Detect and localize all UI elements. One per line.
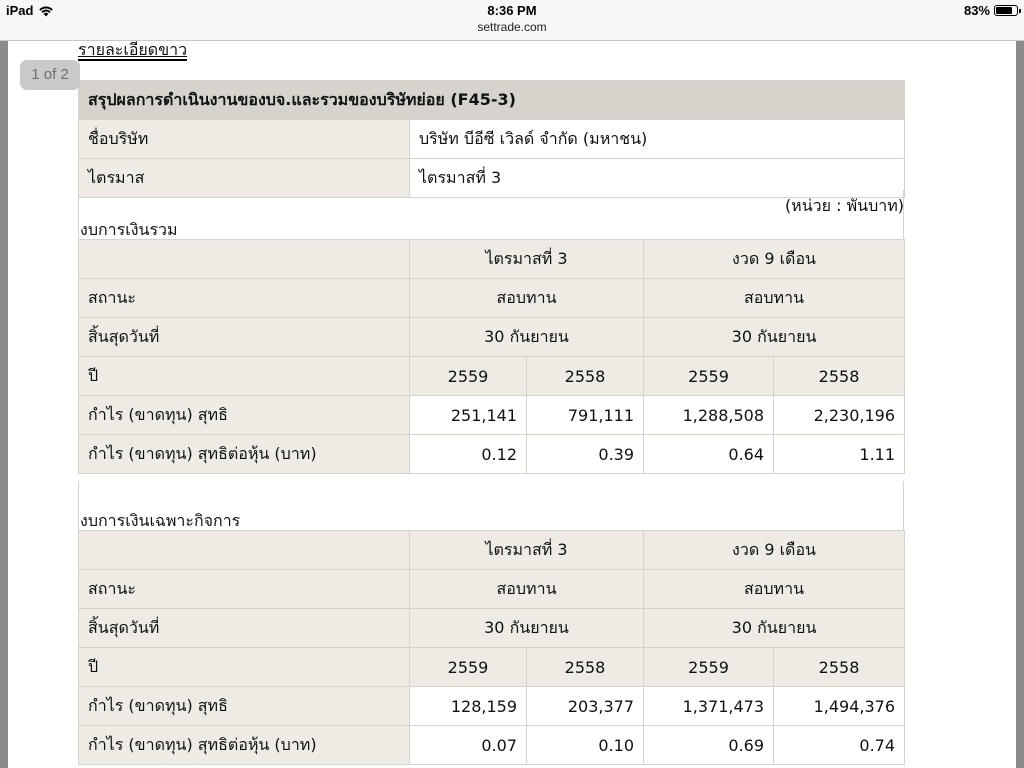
table-row: สิ้นสุดวันที่ 30 กันยายน 30 กันยายน [78,608,906,648]
col-header-9m: งวด 9 เดือน [643,530,906,570]
table-row: กำไร (ขาดทุน) สุทธิ 128,159 203,377 1,37… [78,686,906,726]
table-row: กำไร (ขาดทุน) สุทธิ 251,141 791,111 1,28… [78,395,906,435]
eps-cell: 0.64 [643,434,775,474]
eps-cell: 0.39 [525,434,645,474]
blank-header-cell [78,239,410,279]
year-cell: 2559 [643,356,775,396]
col-header-9m: งวด 9 เดือน [643,239,906,279]
eps-label: กำไร (ขาดทุน) สุทธิต่อหุ้น (บาท) [78,434,410,474]
eps-cell: 0.69 [643,725,775,765]
report-header-table: สรุปผลการดำเนินงานของบจ.และรวมของบริษัทย… [77,80,906,198]
year-cell: 2558 [773,356,906,396]
enddate-9m: 30 กันยายน [643,317,906,357]
net-profit-cell: 791,111 [525,395,645,435]
status-9m: สอบทาน [643,569,906,609]
status-q3: สอบทาน [408,278,645,318]
table-row: ไตรมาสที่ 3 งวด 9 เดือน [78,530,906,570]
year-label: ปี [78,356,410,396]
table-row: ปี 2559 2558 2559 2558 [78,647,906,687]
status-label: สถานะ [78,278,410,318]
col-header-q3: ไตรมาสที่ 3 [408,530,645,570]
blank-header-cell [78,530,410,570]
eps-cell: 0.10 [525,725,645,765]
consolidated-table: ไตรมาสที่ 3 งวด 9 เดือน สถานะ สอบทาน สอบ… [78,239,906,474]
clock: 8:36 PM [487,3,537,18]
battery-percent: 83% [963,3,990,18]
enddate-q3: 30 กันยายน [408,608,645,648]
news-detail-link[interactable]: รายละเอียดขาว [78,41,188,61]
separate-table: ไตรมาสที่ 3 งวด 9 เดือน สถานะ สอบทาน สอบ… [78,530,906,765]
eps-cell: 1.11 [773,434,906,474]
year-cell: 2559 [643,647,775,687]
year-cell: 2559 [409,647,527,687]
net-profit-cell: 251,141 [409,395,527,435]
address-url[interactable]: settrade.com [0,20,1024,34]
enddate-label: สิ้นสุดวันที่ [78,608,410,648]
eps-label: กำไร (ขาดทุน) สุทธิต่อหุ้น (บาท) [78,725,410,765]
unit-note: (หน่วย : พันบาท) [784,196,904,215]
company-row: ชื่อบริษัท บริษัท บีอีซี เวิลด์ จำกัด (ม… [78,119,906,159]
table-row: สถานะ สอบทาน สอบทาน [78,569,906,609]
enddate-9m: 30 กันยายน [643,608,906,648]
company-name: บริษัท บีอีซี เวิลด์ จำกัด (มหาชน) [408,119,906,159]
year-cell: 2558 [773,647,906,687]
status-9m: สอบทาน [643,278,906,318]
year-label: ปี [78,647,410,687]
eps-cell: 0.07 [409,725,527,765]
table-row: สิ้นสุดวันที่ 30 กันยายน 30 กันยายน [78,317,906,357]
net-profit-cell: 1,371,473 [643,686,775,726]
status-label: สถานะ [78,569,410,609]
net-profit-cell: 1,288,508 [643,395,775,435]
battery-icon [994,5,1021,16]
battery-cap [1019,9,1021,13]
net-profit-cell: 2,230,196 [773,395,906,435]
net-profit-cell: 1,494,376 [773,686,906,726]
year-cell: 2559 [409,356,527,396]
company-label: ชื่อบริษัท [78,119,410,159]
report-title: สรุปผลการดำเนินงานของบจ.และรวมของบริษัทย… [77,80,906,120]
table-row: ปี 2559 2558 2559 2558 [78,356,906,396]
enddate-q3: 30 กันยายน [408,317,645,357]
net-profit-cell: 128,159 [409,686,527,726]
document-page[interactable]: รายละเอียดขาว สรุปผลการดำเนินงานของบจ.แล… [8,41,1016,768]
status-right: 83% [963,3,1021,18]
year-cell: 2558 [525,647,645,687]
year-cell: 2558 [525,356,645,396]
eps-cell: 0.12 [409,434,527,474]
table-row: กำไร (ขาดทุน) สุทธิต่อหุ้น (บาท) 0.07 0.… [78,725,906,765]
status-bar: iPad 8:36 PM settrade.com 83% [0,0,1024,41]
net-profit-cell: 203,377 [525,686,645,726]
report-title-row: สรุปผลการดำเนินงานของบจ.และรวมของบริษัทย… [77,80,906,120]
table-row: ไตรมาสที่ 3 งวด 9 เดือน [78,239,906,279]
enddate-label: สิ้นสุดวันที่ [78,317,410,357]
battery-fill [996,7,1012,14]
eps-cell: 0.74 [773,725,906,765]
page-indicator-badge: 1 of 2 [20,60,80,90]
net-profit-label: กำไร (ขาดทุน) สุทธิ [78,395,410,435]
col-header-q3: ไตรมาสที่ 3 [408,239,645,279]
table-row: สถานะ สอบทาน สอบทาน [78,278,906,318]
status-q3: สอบทาน [408,569,645,609]
net-profit-label: กำไร (ขาดทุน) สุทธิ [78,686,410,726]
table-row: กำไร (ขาดทุน) สุทธิต่อหุ้น (บาท) 0.12 0.… [78,434,906,474]
